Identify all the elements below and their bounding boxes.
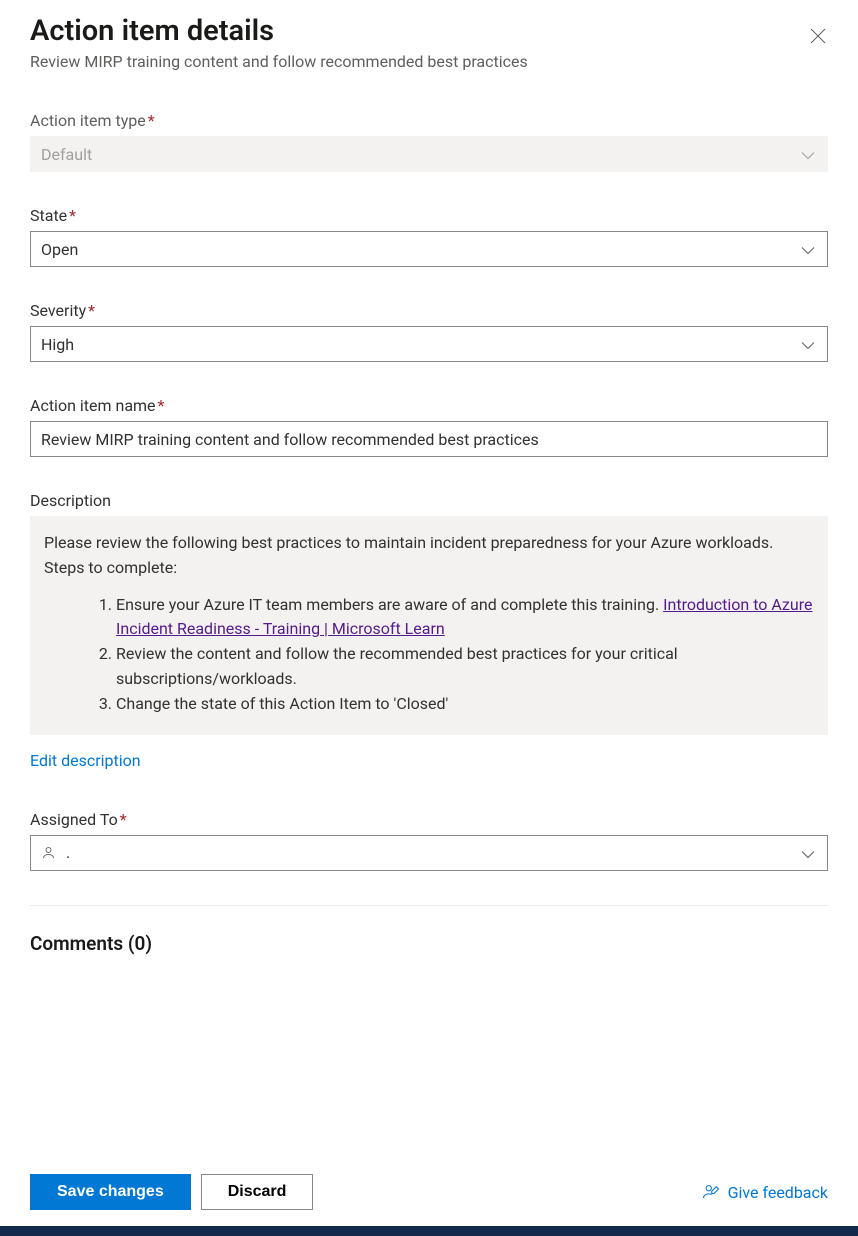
description-intro: Please review the following best practic… bbox=[44, 531, 814, 581]
section-divider bbox=[30, 905, 828, 906]
description-label: Description bbox=[30, 491, 828, 510]
chevron-down-icon bbox=[801, 240, 815, 259]
description-step-1: Ensure your Azure IT team members are aw… bbox=[116, 593, 814, 643]
required-star: * bbox=[69, 206, 76, 225]
close-button[interactable] bbox=[804, 22, 832, 50]
save-button[interactable]: Save changes bbox=[30, 1174, 191, 1210]
description-step-3: Change the state of this Action Item to … bbox=[116, 692, 814, 717]
severity-value: High bbox=[41, 335, 74, 354]
footer-bar bbox=[0, 1226, 858, 1236]
required-star: * bbox=[148, 111, 155, 130]
close-icon bbox=[810, 28, 826, 44]
name-label: Action item name* bbox=[30, 396, 828, 415]
required-star: * bbox=[158, 396, 165, 415]
description-box: Please review the following best practic… bbox=[30, 516, 828, 735]
required-star: * bbox=[120, 810, 127, 829]
chevron-down-icon bbox=[801, 843, 815, 862]
edit-description-link[interactable]: Edit description bbox=[30, 751, 141, 770]
required-star: * bbox=[88, 301, 95, 320]
comments-heading: Comments (0) bbox=[30, 932, 828, 955]
severity-label: Severity* bbox=[30, 301, 828, 320]
severity-select[interactable]: High bbox=[30, 326, 828, 362]
state-label: State* bbox=[30, 206, 828, 225]
chevron-down-icon bbox=[801, 145, 815, 164]
assigned-value: . bbox=[66, 843, 70, 862]
discard-button[interactable]: Discard bbox=[201, 1174, 314, 1210]
give-feedback-link[interactable]: Give feedback bbox=[702, 1183, 828, 1202]
chevron-down-icon bbox=[801, 335, 815, 354]
assigned-label: Assigned To* bbox=[30, 810, 828, 829]
type-value: Default bbox=[41, 145, 92, 164]
state-value: Open bbox=[41, 240, 78, 259]
assigned-select[interactable]: . bbox=[30, 835, 828, 871]
page-title: Action item details bbox=[30, 14, 828, 48]
description-step-2: Review the content and follow the recomm… bbox=[116, 642, 814, 692]
type-label: Action item type* bbox=[30, 111, 828, 130]
page-subtitle: Review MIRP training content and follow … bbox=[30, 52, 828, 71]
name-input[interactable]: Review MIRP training content and follow … bbox=[30, 421, 828, 457]
state-select[interactable]: Open bbox=[30, 231, 828, 267]
person-icon bbox=[41, 845, 56, 860]
name-value: Review MIRP training content and follow … bbox=[41, 430, 539, 449]
type-select: Default bbox=[30, 136, 828, 172]
feedback-icon bbox=[702, 1183, 720, 1201]
